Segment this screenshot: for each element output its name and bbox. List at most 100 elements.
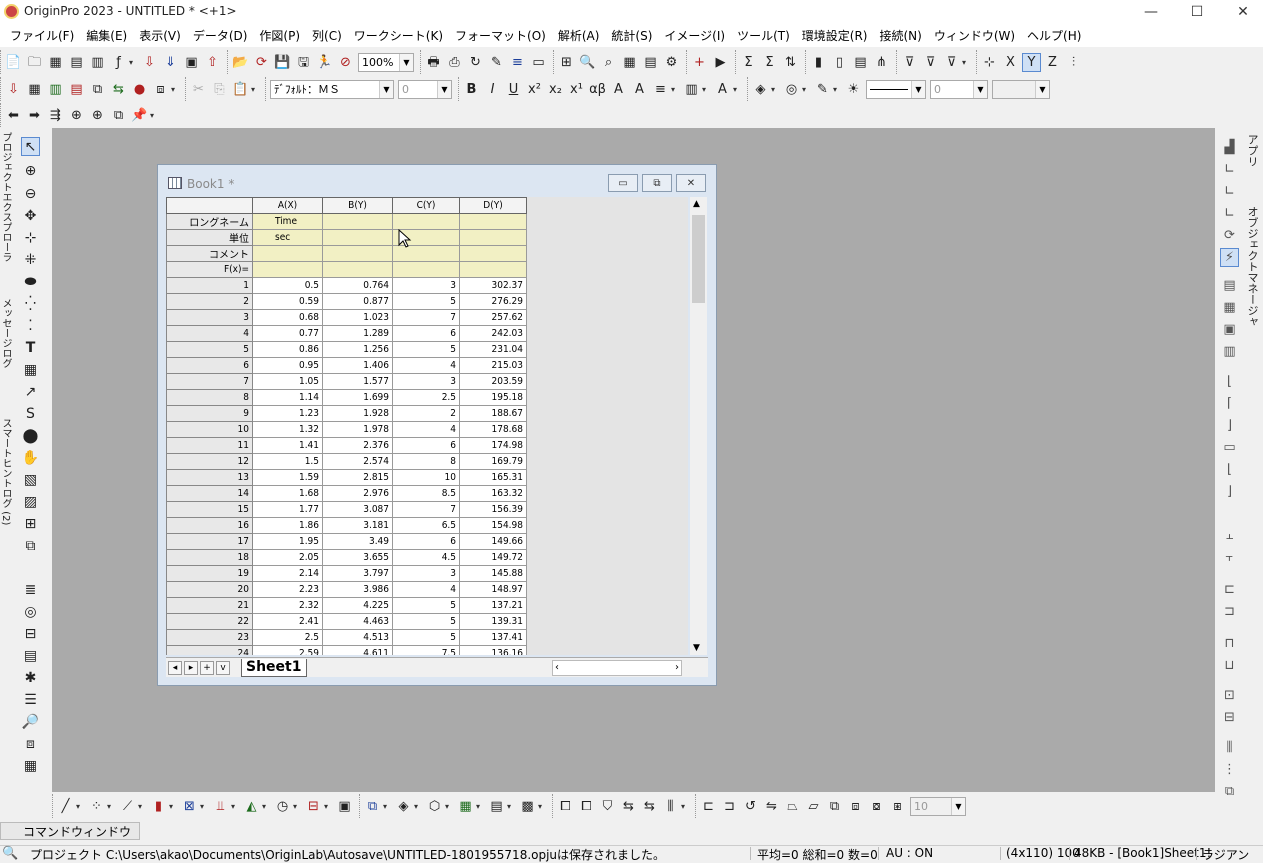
underline-icon[interactable]: U: [504, 80, 523, 99]
new-folder-icon[interactable]: 🗀: [25, 53, 44, 72]
find-icon[interactable]: ⌕: [599, 53, 618, 72]
book-minimize-button[interactable]: ▭: [608, 174, 638, 192]
swap-2-icon[interactable]: ⇆: [640, 797, 659, 816]
data-cell[interactable]: 137.21: [459, 597, 527, 614]
stack-icon[interactable]: ⧈: [21, 734, 40, 753]
line-plot-icon[interactable]: ╱: [56, 797, 75, 816]
set-error-icon[interactable]: ⫶: [1064, 53, 1083, 72]
data-cell[interactable]: 145.88: [459, 565, 527, 582]
data-cell[interactable]: 2.5: [252, 629, 323, 646]
label-cell[interactable]: [459, 261, 527, 278]
font-color-icon[interactable]: A: [713, 80, 732, 99]
data-cell[interactable]: 4.513: [322, 629, 393, 646]
book-close-button[interactable]: ✕: [676, 174, 706, 192]
data-cell[interactable]: 4: [392, 357, 460, 374]
insert-graph-icon[interactable]: ▨: [21, 492, 40, 511]
worksheet-grid[interactable]: A(X) B(Y) C(Y) D(Y) ロングネーム Time 単位 sec コメント F…: [166, 197, 688, 655]
data-cell[interactable]: 1.95: [252, 533, 323, 550]
row-header[interactable]: 4: [166, 325, 253, 342]
label-cell[interactable]: [322, 245, 393, 262]
import-csv-icon[interactable]: ⇩: [4, 80, 23, 99]
data-cell[interactable]: 0.77: [252, 325, 323, 342]
line-width-select[interactable]: 0 ▼: [930, 79, 988, 99]
data-cell[interactable]: 5: [392, 341, 460, 358]
import-wizard-icon[interactable]: ⇓: [161, 53, 180, 72]
data-cell[interactable]: 4: [392, 581, 460, 598]
line-dropdown-icon[interactable]: ▾: [76, 802, 84, 811]
row-header[interactable]: 3: [166, 309, 253, 326]
row-header[interactable]: 15: [166, 501, 253, 518]
ungroup-icon[interactable]: ⧠: [577, 797, 596, 816]
3d-scatter-dropdown-icon[interactable]: ▾: [445, 802, 453, 811]
template-library-icon[interactable]: ▣: [335, 797, 354, 816]
status-angle-unit[interactable]: ラジアン: [1202, 846, 1249, 863]
arrange-icon[interactable]: ⫼: [661, 797, 680, 816]
data-reader-icon[interactable]: ⊹: [21, 228, 40, 247]
scroll-right-icon[interactable]: ›: [675, 662, 679, 673]
line-color-icon[interactable]: ✎: [813, 80, 832, 99]
connector-icon[interactable]: ⧉: [88, 80, 107, 99]
row-header[interactable]: 12: [166, 453, 253, 470]
zoom-out-icon[interactable]: ⊖: [21, 184, 40, 203]
menu-data[interactable]: データ(D): [187, 27, 254, 44]
menu-help[interactable]: ヘルプ(H): [1021, 27, 1087, 44]
data-cell[interactable]: 2.32: [252, 597, 323, 614]
layer-2-icon[interactable]: ▦: [1220, 298, 1239, 317]
refresh-icon[interactable]: ↻: [466, 53, 485, 72]
row-header[interactable]: 19: [166, 565, 253, 582]
print-icon[interactable]: 🖶: [424, 53, 443, 72]
push-icon[interactable]: ⊐: [720, 797, 739, 816]
forward-arrow-icon[interactable]: ➡: [25, 106, 44, 125]
tab-smart-hint-log[interactable]: スマートヒントログ (2): [0, 418, 13, 548]
align-dropdown-icon[interactable]: ▾: [671, 85, 679, 94]
decrease-font-icon[interactable]: A: [630, 80, 649, 99]
data-cell[interactable]: 165.31: [459, 469, 527, 486]
tab-project-explorer[interactable]: プロジェクトエクスプローラ (3): [0, 132, 13, 262]
row-header[interactable]: 10: [166, 421, 253, 438]
axis-2-icon[interactable]: ∟: [1220, 182, 1239, 201]
menu-file[interactable]: ファイル(F): [4, 27, 80, 44]
data-cell[interactable]: 178.68: [459, 421, 527, 438]
data-cell[interactable]: 1.256: [322, 341, 393, 358]
data-cell[interactable]: 1.928: [322, 405, 393, 422]
import-icon[interactable]: ⇩: [140, 53, 159, 72]
import-multiple-icon[interactable]: ▤: [67, 80, 86, 99]
data-cell[interactable]: 215.03: [459, 357, 527, 374]
menu-analysis[interactable]: 解析(A): [552, 27, 606, 44]
increase-font-icon[interactable]: A: [609, 80, 628, 99]
data-cell[interactable]: 4.611: [322, 645, 393, 655]
data-cell[interactable]: 169.79: [459, 453, 527, 470]
paste-icon[interactable]: 📋: [231, 80, 250, 99]
matrix-icon[interactable]: ▤: [487, 797, 506, 816]
data-cell[interactable]: 0.877: [322, 293, 393, 310]
plot-setup-icon[interactable]: ⚡: [1220, 248, 1239, 267]
row-header[interactable]: 1: [166, 277, 253, 294]
new-workbook-icon[interactable]: ▦: [46, 53, 65, 72]
group-icon[interactable]: ⧠: [556, 797, 575, 816]
data-cell[interactable]: 195.18: [459, 389, 527, 406]
scroll-down-icon[interactable]: ▼: [693, 643, 700, 653]
font-name-select[interactable]: ﾃﾞﾌｫﾙﾄ：ＭＳ ▼: [270, 79, 394, 99]
new-graph-icon[interactable]: ▤: [67, 53, 86, 72]
font-color-dropdown-icon[interactable]: ▾: [733, 85, 741, 94]
circle-icon[interactable]: ◎: [21, 602, 40, 621]
scale-down-icon[interactable]: ⧆: [888, 797, 907, 816]
script-icon[interactable]: ▤: [641, 53, 660, 72]
import-excel-icon[interactable]: ▦: [25, 80, 44, 99]
label-row-header[interactable]: 単位: [166, 229, 253, 246]
maximize-button[interactable]: ☐: [1174, 0, 1220, 24]
box-dropdown-icon[interactable]: ▾: [324, 802, 332, 811]
frame-6-icon[interactable]: ⌋: [1220, 482, 1239, 501]
scroll-thumb[interactable]: [692, 215, 705, 303]
data-cell[interactable]: 2.23: [252, 581, 323, 598]
bar-plot-icon[interactable]: ▯: [830, 53, 849, 72]
layer-icon[interactable]: ≡: [508, 53, 527, 72]
data-cell[interactable]: 1.14: [252, 389, 323, 406]
book-restore-button[interactable]: ⧉: [642, 174, 672, 192]
pattern-icon[interactable]: ◎: [782, 80, 801, 99]
menu-preferences[interactable]: 環境設定(R): [796, 27, 874, 44]
data-cell[interactable]: 4.463: [322, 613, 393, 630]
swap-icon[interactable]: ⇆: [619, 797, 638, 816]
contour-icon[interactable]: ⊠: [180, 797, 199, 816]
open-icon[interactable]: 📂: [231, 53, 250, 72]
